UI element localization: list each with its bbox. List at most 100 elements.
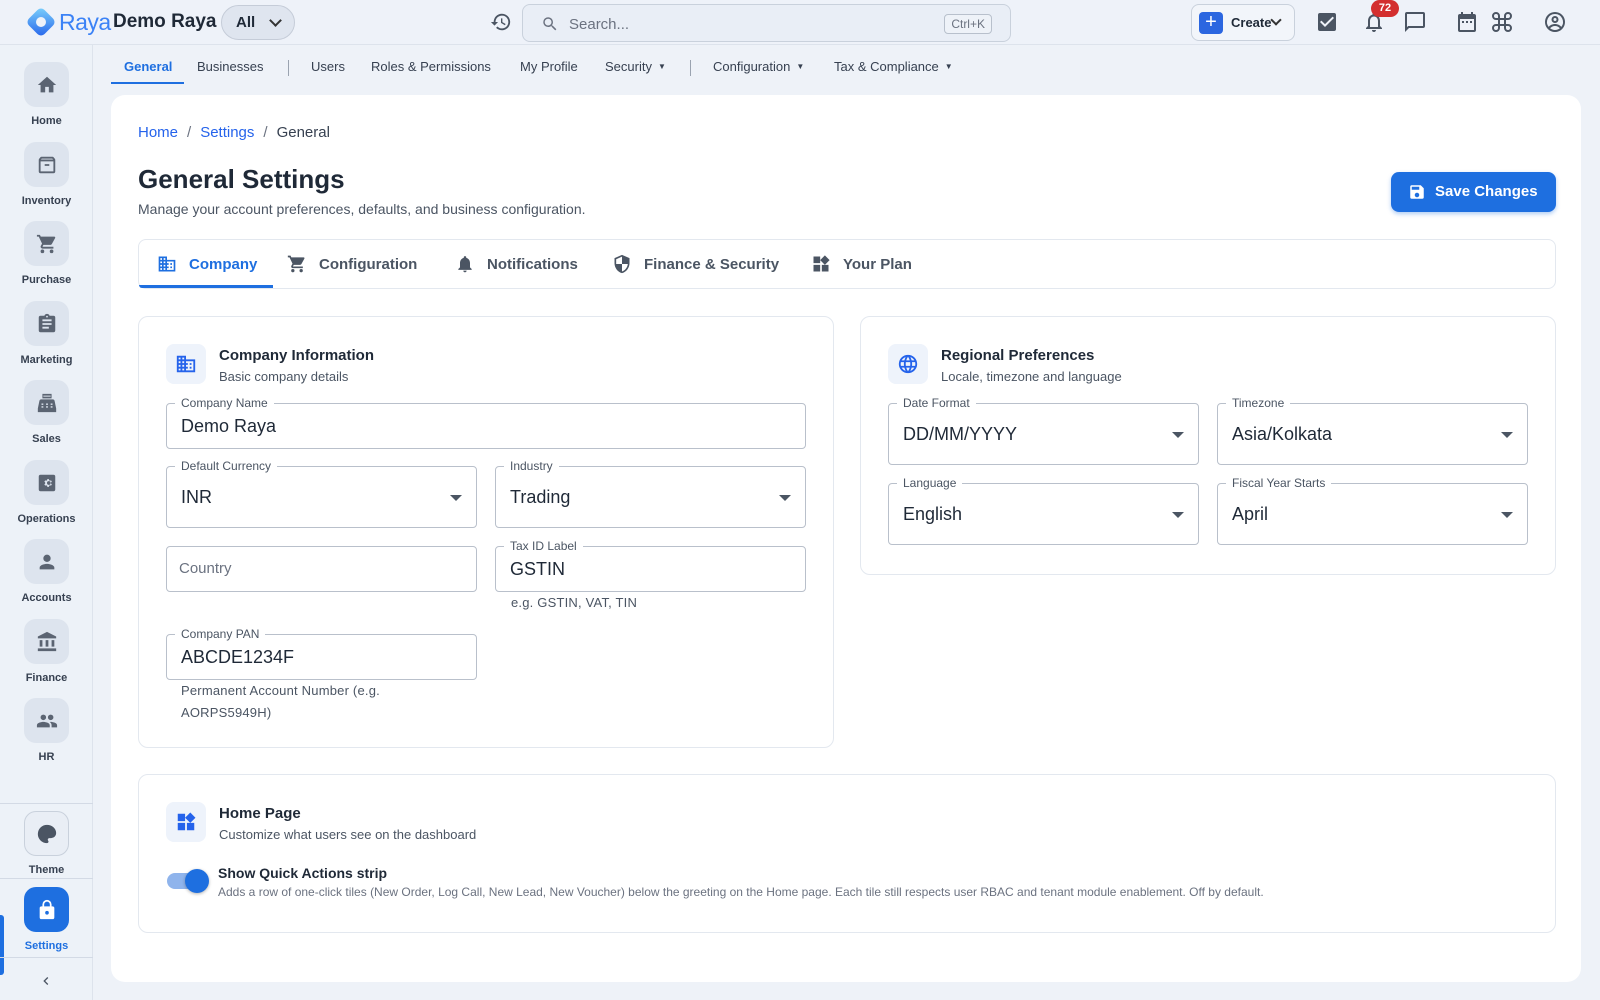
- sidebar-item-operations[interactable]: Operations: [0, 460, 93, 534]
- date-format-select[interactable]: Date Format DD/MM/YYYY: [888, 396, 1199, 465]
- sidebar-item-hr[interactable]: HR: [0, 698, 93, 772]
- settings-subnav: General Businesses Users Roles & Permiss…: [93, 45, 1600, 87]
- field-label: Industry: [504, 459, 559, 473]
- field-value: INR: [181, 487, 212, 507]
- sidebar-item-purchase[interactable]: Purchase: [0, 221, 93, 295]
- subnav-businesses[interactable]: Businesses: [197, 59, 263, 74]
- cart-icon: [24, 221, 69, 266]
- sidebar-item-label: HR: [38, 751, 55, 763]
- bank-icon: [24, 619, 69, 664]
- tab-company[interactable]: Company: [157, 240, 257, 288]
- search-shortcut-hint: Ctrl+K: [944, 14, 992, 34]
- tab-your-plan[interactable]: Your Plan: [811, 240, 912, 288]
- sidebar: Home Inventory Purchase Marketing Sales …: [0, 45, 93, 1000]
- subnav-tax-compliance-label: Tax & Compliance: [834, 59, 939, 74]
- sidebar-item-marketing[interactable]: Marketing: [0, 301, 93, 375]
- subnav-tax-compliance[interactable]: Tax & Compliance ▼: [834, 59, 953, 74]
- page-title: General Settings: [138, 164, 345, 194]
- timezone-select[interactable]: Timezone Asia/Kolkata: [1217, 396, 1528, 465]
- language-select[interactable]: Language English: [888, 476, 1199, 545]
- sidebar-item-home[interactable]: Home: [0, 62, 93, 136]
- sidebar-item-label: Purchase: [21, 274, 72, 286]
- create-button[interactable]: + Create: [1191, 4, 1295, 41]
- tab-finance-security[interactable]: Finance & Security: [612, 240, 779, 288]
- pan-helper-line: AORPS5949H): [181, 705, 272, 720]
- chevron-down-icon: [269, 14, 282, 27]
- breadcrumb-home[interactable]: Home: [138, 124, 178, 141]
- people-icon: [24, 698, 69, 743]
- subnav-general[interactable]: General: [124, 59, 172, 74]
- breadcrumb-current: General: [276, 124, 330, 141]
- logo-mark-icon: [26, 7, 56, 37]
- subnav-security[interactable]: Security ▼: [605, 59, 666, 74]
- tax-id-label-field[interactable]: Tax ID Label GSTIN: [495, 539, 806, 592]
- subnav-users[interactable]: Users: [311, 59, 345, 74]
- subnav-configuration[interactable]: Configuration ▼: [713, 59, 804, 74]
- card-subtitle: Customize what users see on the dashboar…: [219, 827, 477, 842]
- pan-helper-line: Permanent Account Number (e.g.: [181, 683, 380, 698]
- subnav-security-label: Security: [605, 59, 652, 74]
- card-title: Regional Preferences: [941, 347, 1095, 364]
- building-icon: [157, 254, 177, 274]
- sidebar-item-label: Operations: [17, 513, 76, 525]
- sidebar-item-accounts[interactable]: Accounts: [0, 539, 93, 613]
- tab-notifications-label: Notifications: [487, 255, 578, 273]
- caret-down-icon: ▼: [657, 62, 666, 71]
- calendar-icon[interactable]: [1455, 10, 1479, 34]
- brand-logo[interactable]: Raya: [26, 7, 111, 37]
- industry-select[interactable]: Industry Trading: [495, 459, 806, 528]
- subnav-my-profile[interactable]: My Profile: [520, 59, 578, 74]
- field-label: Fiscal Year Starts: [1226, 476, 1332, 490]
- chevron-left-icon[interactable]: [38, 973, 54, 989]
- breadcrumb: Home / Settings / General: [138, 124, 330, 141]
- main-panel: Home / Settings / General General Settings M…: [111, 95, 1581, 982]
- sidebar-divider: [0, 803, 93, 804]
- history-icon[interactable]: [490, 11, 512, 33]
- tab-configuration-label: Configuration: [319, 255, 418, 273]
- chat-icon[interactable]: [1403, 10, 1427, 34]
- save-icon: [1410, 185, 1424, 199]
- quick-actions-toggle[interactable]: [167, 869, 209, 893]
- fiscal-year-select[interactable]: Fiscal Year Starts April: [1217, 476, 1528, 545]
- tax-id-helper-text: e.g. GSTIN, VAT, TIN: [511, 595, 638, 610]
- search-box[interactable]: Ctrl+K: [522, 4, 1011, 42]
- widgets-icon: [811, 254, 831, 274]
- country-field[interactable]: Country: [166, 546, 477, 592]
- sidebar-item-settings[interactable]: Settings: [0, 887, 93, 961]
- tab-configuration[interactable]: Configuration: [287, 240, 417, 288]
- save-changes-button[interactable]: Save Changes: [1391, 172, 1556, 212]
- dropdown-arrow-icon: [450, 495, 462, 501]
- save-changes-label: Save Changes: [1435, 183, 1538, 200]
- account-icon[interactable]: [1543, 10, 1567, 34]
- sidebar-item-label: Settings: [24, 940, 69, 952]
- scope-select[interactable]: All: [221, 5, 295, 40]
- tab-finance-security-label: Finance & Security: [644, 255, 780, 273]
- page-subtitle: Manage your account preferences, default…: [138, 201, 586, 217]
- search-input[interactable]: [569, 13, 909, 35]
- field-label: Language: [897, 476, 963, 490]
- command-icon[interactable]: [1490, 10, 1514, 34]
- field-label: Company Name: [175, 396, 274, 410]
- field-value: Trading: [510, 487, 571, 507]
- tab-notifications[interactable]: Notifications: [455, 240, 578, 288]
- sidebar-item-sales[interactable]: Sales: [0, 380, 93, 454]
- sidebar-item-inventory[interactable]: Inventory: [0, 142, 93, 216]
- tab-company-label: Company: [189, 255, 258, 273]
- field-value: GSTIN: [510, 559, 566, 579]
- default-currency-select[interactable]: Default Currency INR: [166, 459, 477, 528]
- toggle-title: Show Quick Actions strip: [218, 865, 388, 881]
- breadcrumb-settings[interactable]: Settings: [200, 124, 254, 141]
- subnav-roles-permissions[interactable]: Roles & Permissions: [371, 59, 491, 74]
- sidebar-item-finance[interactable]: Finance: [0, 619, 93, 693]
- sidebar-item-theme[interactable]: Theme: [0, 811, 93, 885]
- sidebar-divider: [0, 878, 93, 879]
- top-bar: Raya Demo Raya All Ctrl+K + Create 72: [0, 0, 1600, 45]
- dropdown-arrow-icon: [1501, 432, 1513, 438]
- company-pan-field[interactable]: Company PAN ABCDE1234F: [166, 627, 477, 680]
- toggle-description: Adds a row of one-click tiles (New Order…: [218, 885, 1264, 899]
- tasks-icon[interactable]: [1315, 10, 1339, 34]
- field-label: Tax ID Label: [504, 539, 583, 553]
- field-value: Asia/Kolkata: [1232, 424, 1333, 444]
- toggle-knob: [185, 869, 209, 893]
- company-name-field[interactable]: Company Name Demo Raya: [166, 396, 806, 449]
